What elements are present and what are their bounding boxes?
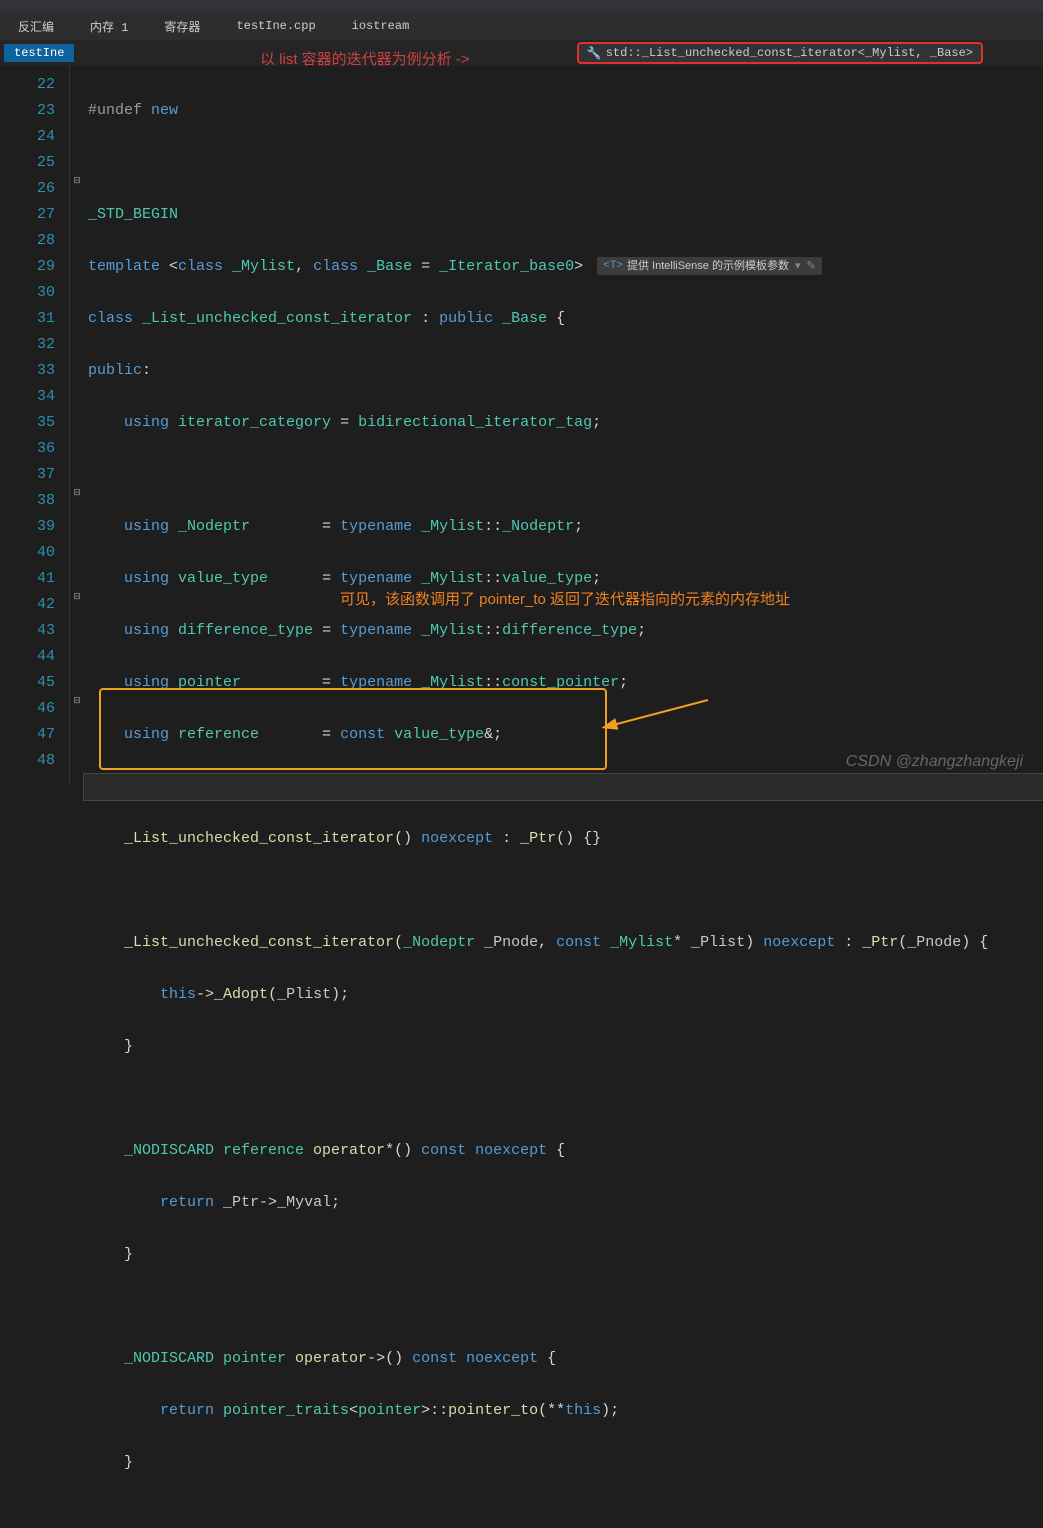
line-number: 27 [0, 202, 55, 228]
line-number: 23 [0, 98, 55, 124]
file-badge[interactable]: testIne [4, 44, 74, 62]
line-number: 36 [0, 436, 55, 462]
line-number: 37 [0, 462, 55, 488]
line-number: 22 [0, 72, 55, 98]
fold-column: ⊟ ⊟ ⊟ ⊟ [70, 66, 84, 785]
dropdown-icon: ▾ [795, 253, 801, 279]
annotation-mid: 可见，该函数调用了 pointer_to 返回了迭代器指向的元素的内存地址 [340, 588, 790, 609]
fold-icon[interactable]: ⊟ [70, 696, 84, 722]
line-number: 45 [0, 670, 55, 696]
tab-memory[interactable]: 内存 1 [72, 12, 146, 40]
line-number: 46 [0, 696, 55, 722]
tab-testine[interactable]: testIne.cpp [218, 12, 333, 40]
pencil-icon: ✎ [807, 253, 816, 279]
watermark: CSDN @zhangzhangkeji [846, 753, 1023, 771]
tab-iostream[interactable]: iostream [334, 12, 428, 40]
line-number: 31 [0, 306, 55, 332]
line-number: 35 [0, 410, 55, 436]
annotation-top: 以 list 容器的迭代器为例分析 -> [260, 48, 470, 69]
line-number: 39 [0, 514, 55, 540]
line-number: 28 [0, 228, 55, 254]
line-number: 24 [0, 124, 55, 150]
highlight-box [99, 688, 607, 770]
fold-icon[interactable]: ⊟ [70, 592, 84, 618]
nav-bar: testIne 🔧 std::_List_unchecked_const_ite… [0, 40, 1043, 66]
tab-bar: 反汇编 内存 1 寄存器 testIne.cpp iostream [0, 12, 1043, 40]
scope-dropdown[interactable]: 🔧 std::_List_unchecked_const_iterator<_M… [577, 42, 983, 64]
line-number: 47 [0, 722, 55, 748]
arrow-icon [598, 695, 718, 735]
cursor-line [84, 774, 1043, 800]
line-number: 40 [0, 540, 55, 566]
scope-label: std::_List_unchecked_const_iterator<_Myl… [606, 46, 973, 60]
line-number: 32 [0, 332, 55, 358]
fold-icon[interactable]: ⊟ [70, 488, 84, 514]
title-bar [0, 0, 1043, 12]
tab-disassembly[interactable]: 反汇编 [0, 12, 72, 40]
line-number: 26 [0, 176, 55, 202]
tab-registers[interactable]: 寄存器 [146, 12, 218, 40]
line-number: 29 [0, 254, 55, 280]
line-number: 30 [0, 280, 55, 306]
line-gutter: 22 23 24 25 26 27 28 29 30 31 32 33 34 3… [0, 66, 70, 785]
line-number: 34 [0, 384, 55, 410]
line-number: 25 [0, 150, 55, 176]
line-number: 48 [0, 748, 55, 774]
intellisense-hint[interactable]: <T>提供 IntelliSense 的示例模板参数▾✎ [597, 257, 822, 275]
line-number: 41 [0, 566, 55, 592]
line-number: 43 [0, 618, 55, 644]
wrench-icon: 🔧 [587, 46, 602, 61]
editor[interactable]: 22 23 24 25 26 27 28 29 30 31 32 33 34 3… [0, 66, 1043, 785]
fold-icon[interactable]: ⊟ [70, 176, 84, 202]
code-content[interactable]: #undef new _STD_BEGIN template <class _M… [84, 66, 1043, 785]
line-number: 38 [0, 488, 55, 514]
line-number: 44 [0, 644, 55, 670]
line-number: 33 [0, 358, 55, 384]
line-number: 42 [0, 592, 55, 618]
